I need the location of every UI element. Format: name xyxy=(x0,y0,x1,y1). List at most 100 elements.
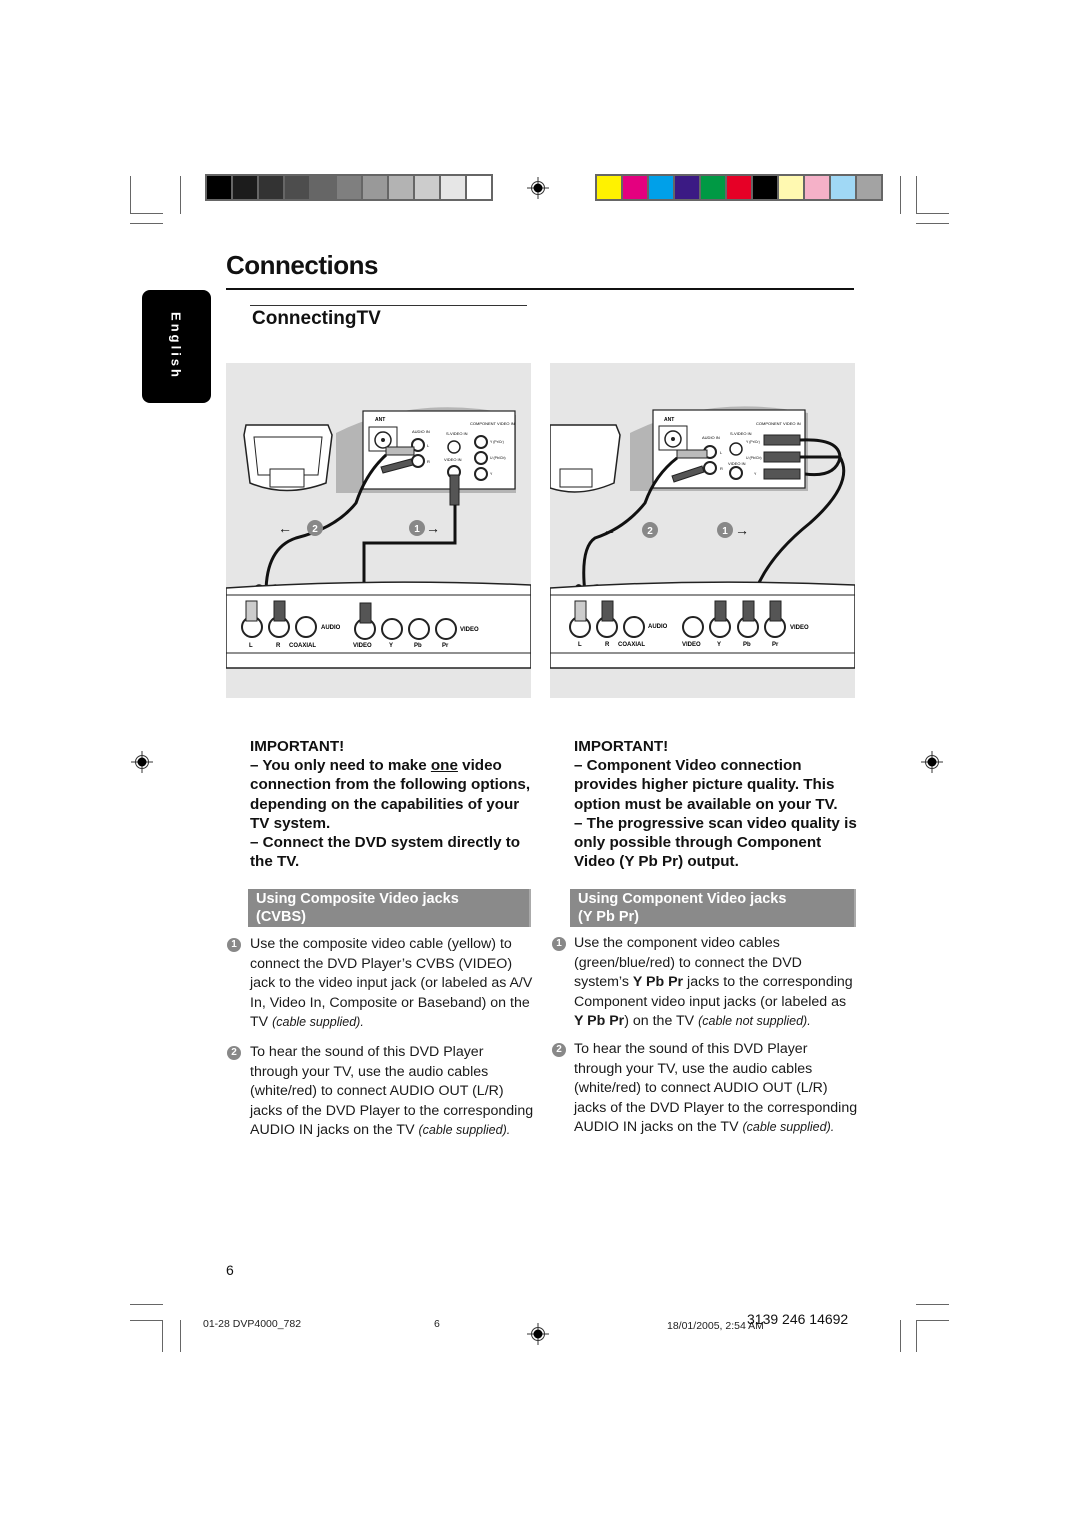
color-swatch xyxy=(207,176,231,199)
footer-sheet-number: 6 xyxy=(434,1318,440,1330)
svg-text:VIDEO: VIDEO xyxy=(790,625,809,631)
tv-component-label: COMPONENT VIDEO IN xyxy=(470,421,515,426)
crop-mark xyxy=(916,213,949,214)
color-swatch xyxy=(753,176,777,199)
color-swatch xyxy=(389,176,413,199)
crop-mark xyxy=(916,223,949,224)
registration-mark-icon xyxy=(527,1323,549,1345)
color-swatch xyxy=(337,176,361,199)
svg-text:R: R xyxy=(720,466,723,471)
color-swatch xyxy=(441,176,465,199)
crop-mark xyxy=(900,1320,901,1352)
section-heading-component: Using Component Video jacks (Y Pb Pr) xyxy=(570,889,856,927)
svg-text:→: → xyxy=(735,522,749,538)
svg-text:Pb: Pb xyxy=(414,643,422,649)
component-step-2: To hear the sound of this DVD Player thr… xyxy=(574,1041,858,1136)
registration-mark-icon xyxy=(527,177,549,199)
svg-text:Pb: Pb xyxy=(743,642,751,648)
color-swatch xyxy=(311,176,335,199)
svg-text:AUDIO: AUDIO xyxy=(648,624,668,630)
language-tab-label: English xyxy=(168,312,184,380)
crop-mark xyxy=(916,1304,949,1305)
svg-text:R: R xyxy=(605,642,610,648)
color-swatch xyxy=(831,176,855,199)
svg-text:R: R xyxy=(427,459,430,464)
crop-mark xyxy=(130,176,131,214)
crop-mark xyxy=(130,213,163,214)
step-2-bullet-icon: 2 xyxy=(552,1043,566,1057)
svg-text:L: L xyxy=(578,642,582,648)
crop-mark xyxy=(130,223,163,224)
color-swatch xyxy=(675,176,699,199)
color-swatch xyxy=(233,176,257,199)
composite-connection-diagram: ANT AUDIO IN L R S-VIDEO IN VIDEO IN COM… xyxy=(225,363,532,698)
step-1-marker: 1 xyxy=(722,526,728,537)
svg-text:Y (Pr/Cr): Y (Pr/Cr) xyxy=(746,440,760,444)
color-swatch xyxy=(623,176,647,199)
color-swatch xyxy=(363,176,387,199)
registration-mark-icon xyxy=(131,751,153,773)
composite-step-1: Use the composite video cable (yellow) t… xyxy=(250,936,533,1031)
svg-text:COAXIAL: COAXIAL xyxy=(289,643,316,649)
svg-text:S-VIDEO IN: S-VIDEO IN xyxy=(730,431,752,436)
svg-text:ANT: ANT xyxy=(664,417,674,423)
color-swatch xyxy=(467,176,491,199)
composite-step-2: To hear the sound of this DVD Player thr… xyxy=(250,1044,534,1139)
page-number: 6 xyxy=(226,1262,234,1278)
grayscale-calibration-bar xyxy=(205,174,493,201)
crop-mark xyxy=(916,1320,949,1321)
svg-text:←: ← xyxy=(278,520,292,536)
section-heading-composite: Using Composite Video jacks (CVBS) xyxy=(248,889,531,927)
color-swatch xyxy=(285,176,309,199)
svg-text:U (Pb/Cb): U (Pb/Cb) xyxy=(490,456,506,460)
title-rule xyxy=(226,288,854,290)
color-swatch xyxy=(701,176,725,199)
crop-mark xyxy=(130,1304,163,1305)
crop-mark xyxy=(916,176,917,214)
svg-text:Pr: Pr xyxy=(442,643,449,649)
svg-text:R: R xyxy=(276,643,281,649)
svg-text:VIDEO: VIDEO xyxy=(682,642,701,648)
svg-text:L: L xyxy=(249,643,253,649)
component-connection-diagram: ANT AUDIO IN L R S-VIDEO IN VIDEO IN COM… xyxy=(549,363,856,698)
svg-text:COAXIAL: COAXIAL xyxy=(618,642,645,648)
svg-text:Y: Y xyxy=(717,642,721,648)
important-notice-right: IMPORTANT! – Component Video connection … xyxy=(574,737,859,871)
color-swatch xyxy=(597,176,621,199)
section-title: ConnectingTV xyxy=(252,308,381,329)
dvd-player-rear-illustration: AUDIO VIDEO L R COAXIAL VIDEO Y Pb Pr xyxy=(549,581,856,669)
svg-text:VIDEO: VIDEO xyxy=(353,643,372,649)
svg-text:VIDEO IN: VIDEO IN xyxy=(728,461,746,466)
important-heading: IMPORTANT! xyxy=(250,738,345,755)
footer-file-name: 01-28 DVP4000_782 xyxy=(203,1318,302,1330)
part-number: 3139 246 14692 xyxy=(747,1311,849,1327)
color-swatch xyxy=(259,176,283,199)
step-2-marker: 2 xyxy=(312,524,318,535)
crop-mark xyxy=(162,1320,163,1352)
color-swatch xyxy=(415,176,439,199)
step-1-bullet-icon: 1 xyxy=(552,937,566,951)
color-swatch xyxy=(649,176,673,199)
component-step-1: Use the component video cables (green/bl… xyxy=(574,935,853,1030)
color-calibration-bar xyxy=(595,174,883,201)
step-2-marker: 2 xyxy=(647,526,653,537)
svg-text:AUDIO: AUDIO xyxy=(321,625,341,631)
color-swatch xyxy=(805,176,829,199)
svg-text:VIDEO: VIDEO xyxy=(460,627,479,633)
crop-mark xyxy=(180,1320,181,1352)
tv-audio-in-label: AUDIO IN xyxy=(412,429,430,434)
crop-mark xyxy=(130,1320,163,1321)
crop-mark xyxy=(900,176,901,214)
step-1-marker: 1 xyxy=(414,524,420,535)
step-2-bullet-icon: 2 xyxy=(227,1046,241,1060)
dvd-player-rear-illustration: AUDIO VIDEO L R COAXIAL VIDEO Y Pb Pr xyxy=(225,581,532,669)
svg-text:AUDIO IN: AUDIO IN xyxy=(702,435,720,440)
svg-text:Y: Y xyxy=(389,643,393,649)
svg-text:COMPONENT VIDEO IN: COMPONENT VIDEO IN xyxy=(756,421,801,426)
color-swatch xyxy=(857,176,881,199)
svg-text:U (Pb/Cb): U (Pb/Cb) xyxy=(746,456,762,460)
svg-text:→: → xyxy=(426,520,440,536)
important-heading: IMPORTANT! xyxy=(574,738,669,755)
step-1-bullet-icon: 1 xyxy=(227,938,241,952)
page-title: Connections xyxy=(226,250,378,280)
